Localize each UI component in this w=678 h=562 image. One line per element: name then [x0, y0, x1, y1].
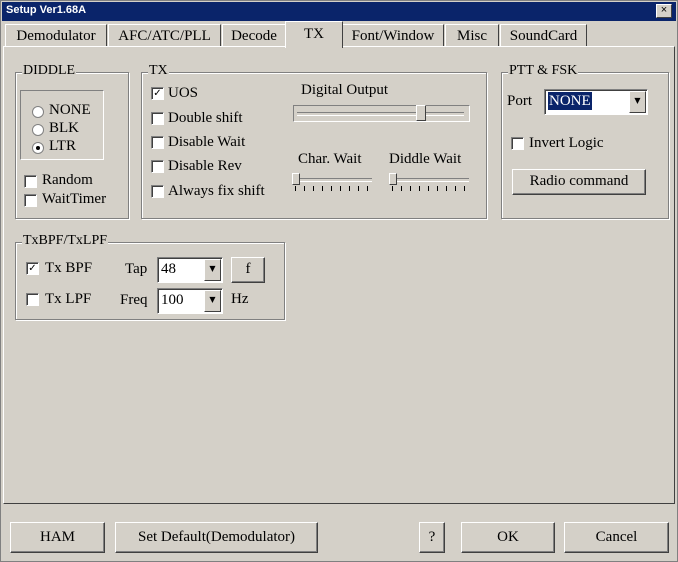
port-dropdown-icon[interactable]: ▼ [629, 91, 646, 113]
f-button[interactable]: f [231, 257, 265, 283]
always-fix-shift-checkbox[interactable] [151, 185, 164, 198]
tx-filter-title: TxBPF/TxLPF [22, 233, 109, 249]
waittimer-label: WaitTimer [42, 191, 107, 207]
port-value: NONE [548, 92, 592, 110]
tx-bpf-checkbox[interactable]: ✓ [26, 262, 39, 275]
set-default-button[interactable]: Set Default(Demodulator) [115, 522, 318, 553]
tap-combo[interactable]: 48 ▼ [157, 257, 223, 283]
diddle-wait-thumb[interactable] [389, 173, 397, 185]
freq-value: 100 [161, 292, 184, 308]
close-icon[interactable]: × [656, 4, 672, 18]
tab-tx[interactable]: TX [285, 21, 343, 48]
digital-output-thumb[interactable] [416, 105, 426, 121]
tap-dropdown-icon[interactable]: ▼ [204, 259, 221, 281]
digital-output-slider[interactable] [293, 105, 470, 122]
tab-decode[interactable]: Decode [222, 24, 286, 46]
disable-wait-checkbox[interactable] [151, 136, 164, 149]
double-shift-checkbox[interactable] [151, 112, 164, 125]
diddle-blk-label: BLK [49, 120, 79, 136]
port-combo[interactable]: NONE ▼ [544, 89, 648, 115]
diddle-wait-ticks [392, 186, 468, 191]
tx-title: TX [148, 63, 169, 79]
always-fix-shift-label: Always fix shift [168, 183, 265, 199]
tx-group: TX ✓ UOS Double shift Disable Wait Disab… [141, 63, 487, 219]
diddle-wait-slider[interactable] [389, 173, 471, 191]
diddle-ltr-label: LTR [49, 138, 76, 154]
tap-label: Tap [125, 261, 148, 277]
diddle-group: DIDDLE NONE BLK LTR Random WaitTimer [15, 63, 129, 219]
tx-filter-group: TxBPF/TxLPF ✓ Tx BPF Tap 48 ▼ f Tx LPF F… [15, 233, 285, 320]
tab-demodulator[interactable]: Demodulator [5, 24, 107, 46]
uos-checkbox[interactable]: ✓ [151, 87, 164, 100]
freq-dropdown-icon[interactable]: ▼ [204, 290, 221, 312]
setup-window: Setup Ver1.68A × Demodulator AFC/ATC/PLL… [0, 0, 678, 562]
ptt-fsk-group: PTT & FSK Port NONE ▼ Invert Logic Radio… [501, 63, 669, 219]
random-checkbox[interactable] [24, 175, 37, 188]
char-wait-ticks [295, 186, 371, 191]
ham-button[interactable]: HAM [10, 522, 105, 553]
tx-lpf-label: Tx LPF [45, 291, 92, 307]
invert-logic-checkbox[interactable] [511, 137, 524, 150]
disable-rev-checkbox[interactable] [151, 160, 164, 173]
double-shift-label: Double shift [168, 110, 243, 126]
diddle-none-label: NONE [49, 102, 91, 118]
freq-label: Freq [120, 292, 148, 308]
diddle-wait-label: Diddle Wait [389, 151, 462, 167]
disable-rev-label: Disable Rev [168, 158, 242, 174]
diddle-ltr-radio[interactable] [32, 142, 44, 154]
diddle-blk-radio[interactable] [32, 124, 44, 136]
help-button[interactable]: ? [419, 522, 445, 553]
uos-label: UOS [168, 85, 199, 101]
diddle-title: DIDDLE [22, 63, 77, 79]
random-label: Random [42, 172, 93, 188]
port-label: Port [507, 93, 533, 109]
radio-command-button[interactable]: Radio command [512, 169, 646, 195]
tab-misc[interactable]: Misc [445, 24, 499, 46]
title-bar[interactable]: Setup Ver1.68A × [2, 2, 676, 21]
digital-output-label: Digital Output [301, 82, 389, 98]
diddle-none-radio[interactable] [32, 106, 44, 118]
window-title: Setup Ver1.68A [6, 4, 87, 16]
disable-wait-label: Disable Wait [168, 134, 246, 150]
char-wait-label: Char. Wait [298, 151, 362, 167]
hz-label: Hz [231, 291, 249, 307]
tab-font-window[interactable]: Font/Window [342, 24, 444, 46]
char-wait-slider[interactable] [292, 173, 374, 191]
ptt-fsk-title: PTT & FSK [508, 63, 579, 79]
tx-bpf-label: Tx BPF [45, 260, 93, 276]
tab-afc-atc-pll[interactable]: AFC/ATC/PLL [108, 24, 221, 46]
char-wait-thumb[interactable] [292, 173, 300, 185]
ok-button[interactable]: OK [461, 522, 555, 553]
tap-value: 48 [161, 261, 176, 277]
cancel-button[interactable]: Cancel [564, 522, 669, 553]
freq-combo[interactable]: 100 ▼ [157, 288, 223, 314]
waittimer-checkbox[interactable] [24, 194, 37, 207]
tx-lpf-checkbox[interactable] [26, 293, 39, 306]
tab-soundcard[interactable]: SoundCard [500, 24, 587, 46]
invert-logic-label: Invert Logic [529, 135, 604, 151]
